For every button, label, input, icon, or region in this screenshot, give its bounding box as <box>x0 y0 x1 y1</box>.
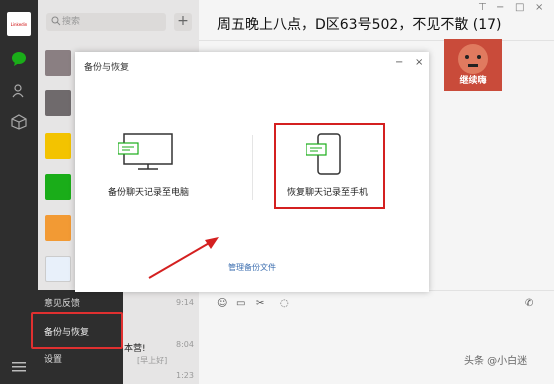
list-preview: 本营! <box>124 344 146 354</box>
computer-icon <box>118 133 173 170</box>
bus-avatar[interactable] <box>45 256 71 282</box>
app-avatar[interactable] <box>45 215 71 241</box>
folder-icon[interactable]: ▭ <box>236 298 245 309</box>
logo-text: Linkedin <box>10 21 28 27</box>
add-button[interactable]: + <box>174 13 192 31</box>
search-input[interactable]: 搜索 <box>46 13 166 31</box>
dialog-divider <box>252 135 253 200</box>
list-time: 9:14 <box>176 298 194 307</box>
close-button[interactable]: × <box>535 2 543 13</box>
chat-title: 周五晚上八点，D区63号502，不见不散 (17) <box>217 17 502 33</box>
maximize-button[interactable]: □ <box>515 2 524 13</box>
list-preview-sub: [早上好] <box>137 356 168 365</box>
group-avatar[interactable] <box>45 50 71 76</box>
search-placeholder: 搜索 <box>62 17 81 27</box>
emoji-icon[interactable]: ☺ <box>217 298 227 309</box>
dialog-close-button[interactable]: × <box>415 57 423 68</box>
favorites-cube-icon[interactable] <box>10 113 28 131</box>
sticker-image[interactable]: 继续嗨 <box>444 39 502 91</box>
search-icon <box>51 16 61 26</box>
menu-item-backup-restore[interactable]: 备份与恢复 <box>44 325 89 338</box>
contacts-icon[interactable] <box>10 82 28 100</box>
phone-icon[interactable]: ✆ <box>525 298 533 309</box>
menu-icon[interactable] <box>10 358 28 376</box>
chat-bubble-icon[interactable]: ◌ <box>280 298 289 309</box>
list-time: 1:23 <box>176 371 194 380</box>
scissors-icon[interactable]: ✂ <box>256 298 264 309</box>
restore-to-phone-option[interactable]: 恢复聊天记录至手机 <box>287 185 368 198</box>
dialog-title: 备份与恢复 <box>84 63 130 73</box>
file-transfer-avatar[interactable] <box>45 174 71 200</box>
avatar[interactable]: Linkedin <box>7 12 31 36</box>
manage-backup-link[interactable]: 管理备份文件 <box>228 262 276 273</box>
meituan-avatar[interactable] <box>45 133 71 159</box>
minimize-button[interactable]: − <box>496 2 504 13</box>
backup-to-pc-option[interactable]: 备份聊天记录至电脑 <box>108 185 189 198</box>
menu-item-feedback[interactable]: 意见反馈 <box>44 296 80 309</box>
group-avatar[interactable] <box>45 90 71 116</box>
menu-item-settings[interactable]: 设置 <box>44 352 62 365</box>
sticker-caption: 继续嗨 <box>459 76 487 86</box>
annotation-arrow <box>148 237 219 279</box>
chat-icon[interactable] <box>10 50 28 68</box>
list-time: 8:04 <box>176 340 194 349</box>
watermark: 头条 @小白迷 <box>464 356 528 367</box>
pin-button[interactable]: ⊤ <box>478 2 487 13</box>
dialog-minimize-button[interactable]: − <box>395 57 403 68</box>
